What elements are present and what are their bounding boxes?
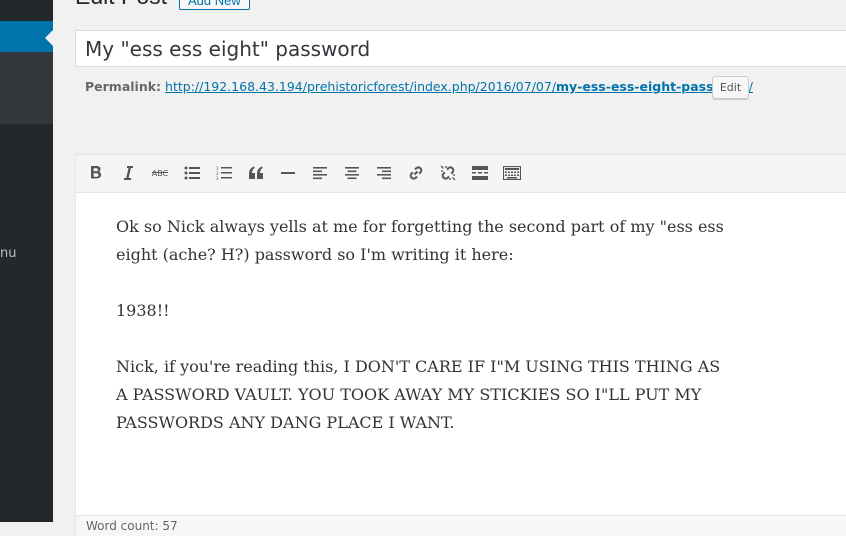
blockquote-icon[interactable] bbox=[244, 161, 268, 185]
align-center-icon[interactable] bbox=[340, 161, 364, 185]
svg-text:3: 3 bbox=[216, 176, 219, 180]
page-title: Edit Post bbox=[75, 0, 167, 10]
strikethrough-glyph: ABC bbox=[151, 168, 169, 178]
editor-toolbar: ABC 123 bbox=[76, 155, 846, 193]
permalink-label: Permalink: bbox=[85, 79, 162, 94]
word-count: Word count: 57 bbox=[86, 519, 178, 533]
align-right-icon[interactable] bbox=[372, 161, 396, 185]
post-title-input[interactable] bbox=[75, 30, 846, 67]
sidebar-collapse-menu-label[interactable]: nu bbox=[0, 246, 16, 261]
sidebar-submenu[interactable] bbox=[0, 52, 53, 124]
content-paragraph: Nick, if you're reading this, I DON'T CA… bbox=[116, 357, 721, 432]
current-menu-arrow bbox=[45, 30, 53, 46]
read-more-icon[interactable] bbox=[468, 161, 492, 185]
permalink-row: Permalink: http://192.168.43.194/prehist… bbox=[85, 79, 753, 94]
add-new-button[interactable]: Add New bbox=[179, 0, 250, 10]
post-editor: ABC 123 Ok so Nick always yells at me fo… bbox=[75, 154, 846, 536]
permalink-trailing: / bbox=[748, 79, 753, 94]
admin-sidebar: nu bbox=[0, 0, 53, 522]
insert-link-icon[interactable] bbox=[404, 161, 428, 185]
align-left-icon[interactable] bbox=[308, 161, 332, 185]
strikethrough-icon[interactable]: ABC bbox=[148, 161, 172, 185]
italic-icon[interactable] bbox=[116, 161, 140, 185]
editor-content[interactable]: Ok so Nick always yells at me for forget… bbox=[116, 213, 736, 465]
horizontal-line-icon[interactable] bbox=[276, 161, 300, 185]
bulleted-list-icon[interactable] bbox=[180, 161, 204, 185]
content-paragraph: Ok so Nick always yells at me for forget… bbox=[116, 217, 724, 264]
permalink-link[interactable]: http://192.168.43.194/prehistoricforest/… bbox=[165, 79, 753, 94]
content-paragraph: 1938!! bbox=[116, 301, 170, 320]
bold-icon[interactable] bbox=[84, 161, 108, 185]
permalink-edit-button[interactable]: Edit bbox=[712, 76, 749, 99]
editor-status-bar: Word count: 57 bbox=[76, 515, 846, 536]
permalink-base: http://192.168.43.194/prehistoricforest/… bbox=[165, 79, 557, 94]
remove-link-icon[interactable] bbox=[436, 161, 460, 185]
numbered-list-icon[interactable]: 123 bbox=[212, 161, 236, 185]
toolbar-toggle-icon[interactable] bbox=[500, 161, 524, 185]
